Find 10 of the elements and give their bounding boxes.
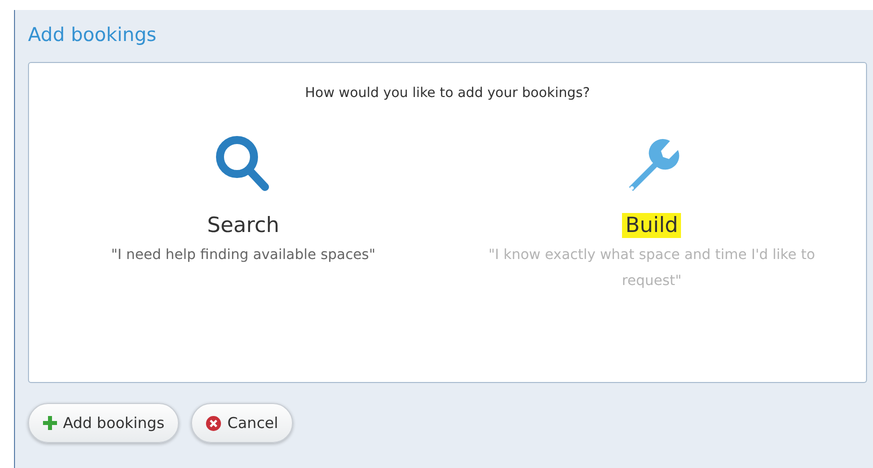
option-label[interactable]: Build (622, 213, 682, 238)
cancel-button[interactable]: Cancel (191, 403, 294, 443)
close-icon (206, 416, 222, 430)
dialog-title: Add bookings (28, 24, 158, 46)
prompt-text: How would you like to add your bookings? (305, 85, 590, 101)
option-description: "I need help finding available spaces" (111, 246, 376, 266)
option-description: "I know exactly what space and time I'd like to request" (487, 246, 816, 292)
option-label[interactable]: Search (204, 213, 282, 238)
plus-icon (43, 416, 57, 430)
add-button[interactable]: Add bookings (28, 403, 180, 443)
